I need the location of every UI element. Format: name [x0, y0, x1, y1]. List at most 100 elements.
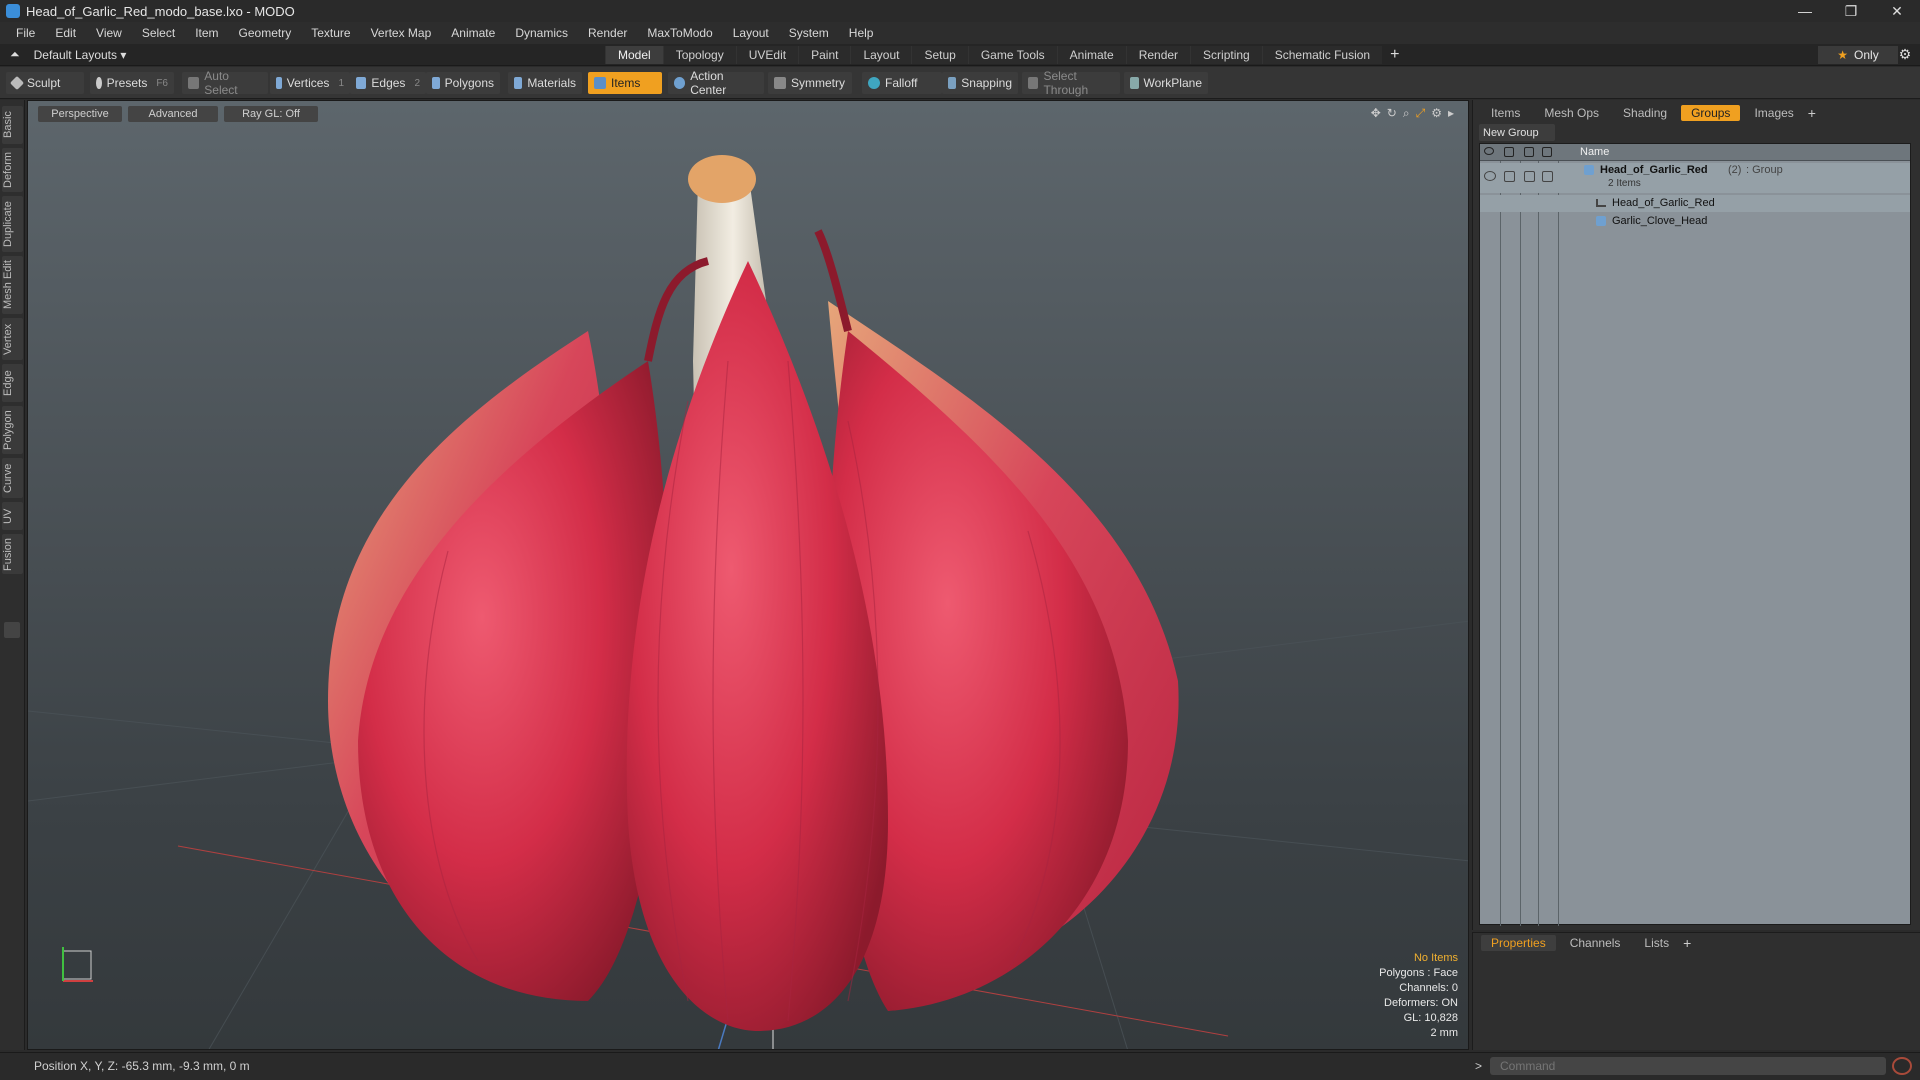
groups-panel: Items Mesh Ops Shading Groups Images + N…: [1472, 100, 1920, 930]
new-group-button[interactable]: New Group: [1479, 124, 1555, 141]
menu-texture[interactable]: Texture: [301, 26, 360, 40]
vertices-button[interactable]: Vertices 1: [270, 72, 350, 94]
menu-render[interactable]: Render: [578, 26, 637, 40]
default-layouts-dropdown[interactable]: Default Layouts ▾: [34, 48, 127, 62]
left-tab-vertex[interactable]: Vertex: [2, 318, 23, 360]
hud-gl: GL: 10,828: [1403, 1012, 1458, 1024]
edges-button[interactable]: Edges 2: [350, 72, 426, 94]
left-tab-polygon[interactable]: Polygon: [2, 406, 23, 454]
items-button[interactable]: Items: [588, 72, 662, 94]
status-bar: Position X, Y, Z: -65.3 mm, -9.3 mm, 0 m…: [0, 1052, 1920, 1080]
add-panel-tab-icon[interactable]: +: [1808, 105, 1816, 121]
menu-view[interactable]: View: [86, 26, 132, 40]
workplane-label: WorkPlane: [1143, 76, 1202, 90]
group-row[interactable]: Head_of_Garlic_Red (2) : Group 2 Items: [1480, 163, 1910, 193]
viewport-hud: No Items Polygons : Face Channels: 0 Def…: [1379, 951, 1458, 1041]
tab-layout[interactable]: Layout: [850, 46, 912, 64]
close-icon[interactable]: ✕: [1874, 0, 1920, 22]
add-properties-tab-icon[interactable]: +: [1683, 935, 1691, 951]
minimize-icon[interactable]: —: [1782, 0, 1828, 22]
tab-lists[interactable]: Lists: [1634, 935, 1679, 951]
left-tab-curve[interactable]: Curve: [2, 458, 23, 498]
window-title: Head_of_Garlic_Red_modo_base.lxo - MODO: [26, 3, 295, 19]
auto-select-button[interactable]: Auto Select: [182, 69, 268, 97]
left-tab-duplicate[interactable]: Duplicate: [2, 196, 23, 252]
materials-button[interactable]: Materials: [508, 72, 582, 94]
hud-polygons: Polygons : Face: [1379, 967, 1458, 979]
falloff-button[interactable]: Falloff: [862, 72, 942, 94]
select-through-button[interactable]: Select Through: [1022, 69, 1120, 97]
left-tab-deform[interactable]: Deform: [2, 148, 23, 192]
menu-select[interactable]: Select: [132, 26, 185, 40]
menu-edit[interactable]: Edit: [45, 26, 86, 40]
workplane-button[interactable]: WorkPlane: [1124, 72, 1208, 94]
tab-topology[interactable]: Topology: [662, 46, 736, 64]
only-button[interactable]: ★ Only: [1818, 46, 1898, 64]
menu-layout[interactable]: Layout: [723, 26, 779, 40]
action-center-label: Action Center: [690, 69, 727, 97]
3d-viewport[interactable]: Perspective Advanced Ray GL: Off ✥ ↻ ⌕ ⤢…: [27, 100, 1469, 1050]
tab-images[interactable]: Images: [1744, 105, 1803, 121]
command-input[interactable]: [1490, 1057, 1886, 1075]
menu-maxtomodo[interactable]: MaxToModo: [637, 26, 722, 40]
menu-vertex-map[interactable]: Vertex Map: [361, 26, 442, 40]
group-tree: Name Head_of_Garlic_Red (2) : Group 2 It…: [1479, 143, 1911, 926]
restore-icon[interactable]: ❐: [1828, 0, 1874, 22]
tab-game-tools[interactable]: Game Tools: [967, 46, 1057, 64]
add-tab-icon[interactable]: +: [1382, 46, 1407, 64]
visibility-column-icon: [1484, 147, 1494, 155]
eye-icon[interactable]: [1484, 171, 1496, 181]
left-tab-uv[interactable]: UV: [2, 502, 23, 530]
render-toggle[interactable]: [1504, 171, 1515, 182]
tab-animate[interactable]: Animate: [1056, 46, 1126, 64]
tab-shading[interactable]: Shading: [1613, 105, 1677, 121]
falloff-icon: [868, 77, 880, 89]
tab-model[interactable]: Model: [605, 46, 663, 64]
snapping-button[interactable]: Snapping: [942, 72, 1018, 94]
snapping-icon: [948, 77, 957, 89]
tab-items[interactable]: Items: [1481, 105, 1530, 121]
select-toggle[interactable]: [1542, 171, 1553, 182]
tab-properties[interactable]: Properties: [1481, 935, 1556, 951]
tab-scripting[interactable]: Scripting: [1190, 46, 1262, 64]
left-tab-mesh-edit[interactable]: Mesh Edit: [2, 256, 23, 314]
action-center-button[interactable]: Action Center: [668, 69, 764, 97]
tab-render[interactable]: Render: [1125, 46, 1191, 64]
sculpt-button[interactable]: Sculpt: [6, 72, 84, 94]
select-column-icon: [1542, 147, 1552, 157]
right-panel-tabs: Items Mesh Ops Shading Groups Images +: [1473, 104, 1920, 122]
auto-select-label: Auto Select: [204, 69, 238, 97]
command-history-icon[interactable]: [1892, 1057, 1912, 1075]
tab-uvedit[interactable]: UVEdit: [735, 46, 799, 64]
menu-item[interactable]: Item: [185, 26, 228, 40]
list-item[interactable]: Garlic_Clove_Head: [1480, 213, 1910, 230]
symmetry-button[interactable]: Symmetry: [768, 72, 852, 94]
menu-file[interactable]: File: [6, 26, 45, 40]
polygons-button[interactable]: Polygons: [426, 72, 500, 94]
command-arrow-icon: >: [1475, 1059, 1483, 1073]
tab-groups[interactable]: Groups: [1681, 105, 1741, 121]
tab-channels[interactable]: Channels: [1560, 935, 1631, 951]
layout-collapse-icon[interactable]: ⏶: [10, 47, 20, 62]
tab-setup[interactable]: Setup: [911, 46, 968, 64]
group-count: (2): [1728, 164, 1742, 176]
menu-geometry[interactable]: Geometry: [229, 26, 302, 40]
select-through-label: Select Through: [1043, 69, 1089, 97]
position-readout: Position X, Y, Z: -65.3 mm, -9.3 mm, 0 m: [34, 1059, 250, 1073]
list-item[interactable]: Head_of_Garlic_Red: [1480, 195, 1910, 212]
left-tab-edge[interactable]: Edge: [2, 364, 23, 402]
menu-system[interactable]: System: [779, 26, 839, 40]
tab-schematic-fusion[interactable]: Schematic Fusion: [1261, 46, 1383, 64]
left-panel-toggle[interactable]: [4, 622, 20, 638]
menu-animate[interactable]: Animate: [441, 26, 505, 40]
presets-button[interactable]: Presets F6: [90, 72, 174, 94]
menu-dynamics[interactable]: Dynamics: [505, 26, 578, 40]
tab-mesh-ops[interactable]: Mesh Ops: [1534, 105, 1609, 121]
tab-paint[interactable]: Paint: [798, 46, 851, 64]
gear-icon[interactable]: ⚙: [1893, 46, 1917, 63]
left-tab-fusion[interactable]: Fusion: [2, 534, 23, 574]
menu-help[interactable]: Help: [839, 26, 884, 40]
brush-icon: [9, 75, 25, 91]
left-tab-basic[interactable]: Basic: [2, 106, 23, 144]
lock-toggle[interactable]: [1524, 171, 1535, 182]
